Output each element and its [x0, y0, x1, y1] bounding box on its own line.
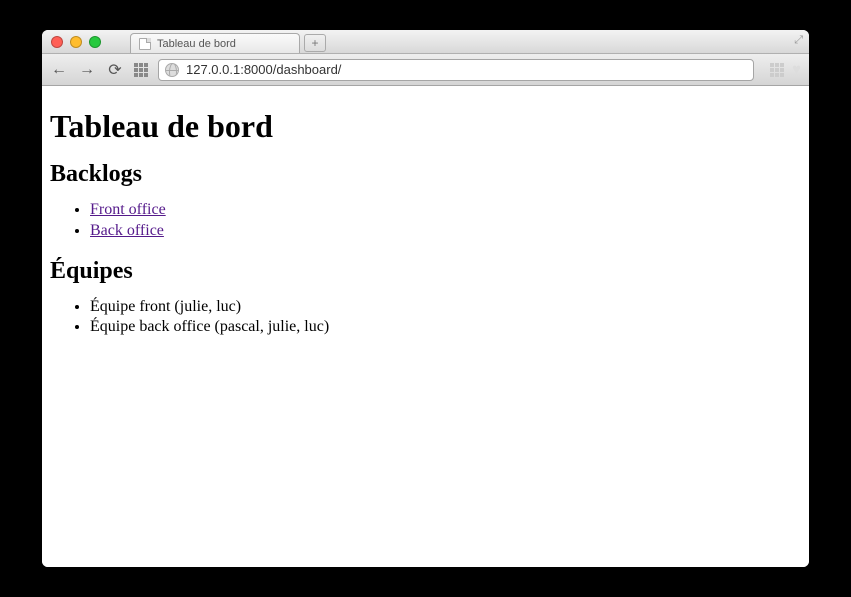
apps-icon[interactable] [134, 63, 148, 77]
close-icon[interactable] [51, 36, 63, 48]
zoom-icon[interactable] [89, 36, 101, 48]
list-item: Back office [90, 221, 801, 242]
backlogs-list: Front office Back office [50, 200, 801, 242]
new-tab-button[interactable]: + [304, 34, 326, 52]
titlebar: Tableau de bord + ⤢ [42, 30, 809, 54]
forward-button[interactable]: → [78, 61, 96, 79]
window-controls [51, 36, 101, 48]
browser-window: Tableau de bord + ⤢ ← → ⟳ 127.0.0.1:8000… [42, 30, 809, 567]
grid-icon[interactable] [770, 63, 784, 77]
url-text: 127.0.0.1:8000/dashboard/ [186, 62, 341, 77]
list-item: Front office [90, 200, 801, 221]
teams-heading: Équipes [50, 258, 801, 285]
backlog-link[interactable]: Back office [90, 222, 164, 239]
list-item: Équipe back office (pascal, julie, luc) [90, 317, 801, 338]
list-item: Équipe front (julie, luc) [90, 297, 801, 318]
browser-tab[interactable]: Tableau de bord [130, 33, 300, 53]
page-content: Tableau de bord Backlogs Front office Ba… [42, 86, 809, 567]
fullscreen-icon[interactable]: ⤢ [794, 34, 803, 47]
globe-icon [165, 63, 179, 77]
tab-strip: Tableau de bord + [130, 30, 326, 53]
toolbar-right: ♥ [770, 61, 801, 78]
backlogs-heading: Backlogs [50, 161, 801, 188]
teams-list: Équipe front (julie, luc) Équipe back of… [50, 297, 801, 339]
back-button[interactable]: ← [50, 61, 68, 79]
minimize-icon[interactable] [70, 36, 82, 48]
backlog-link[interactable]: Front office [90, 201, 166, 218]
tab-title: Tableau de bord [157, 38, 236, 50]
toolbar: ← → ⟳ 127.0.0.1:8000/dashboard/ ♥ [42, 54, 809, 86]
reload-button[interactable]: ⟳ [106, 60, 124, 80]
page-icon [139, 38, 151, 50]
page-title: Tableau de bord [50, 108, 801, 145]
address-bar[interactable]: 127.0.0.1:8000/dashboard/ [158, 59, 754, 81]
favorite-icon[interactable]: ♥ [792, 61, 801, 78]
